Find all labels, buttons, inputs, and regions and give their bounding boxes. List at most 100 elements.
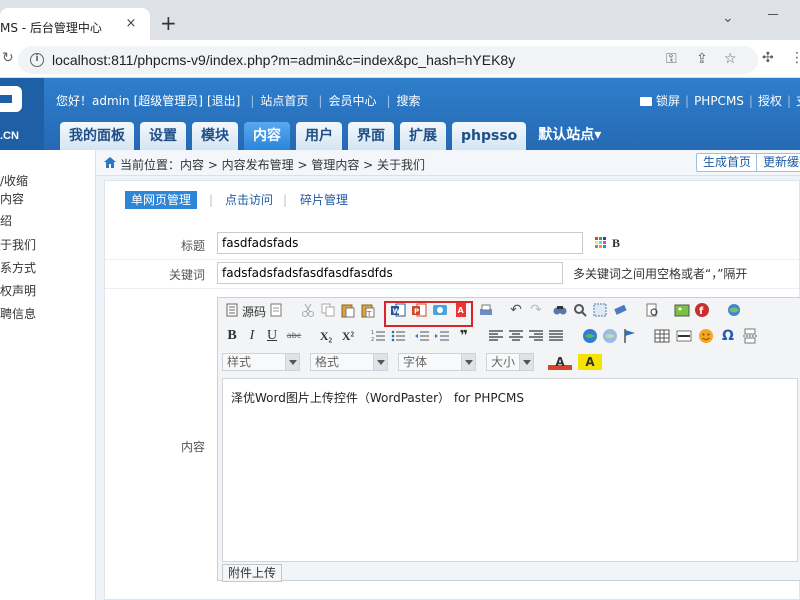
font-select[interactable]: 字体 — [398, 353, 476, 371]
phpcms-link[interactable]: PHPCMS — [694, 94, 744, 108]
outdent-icon[interactable] — [414, 328, 430, 344]
color-picker-icon[interactable] — [595, 237, 607, 249]
bookmark-star-icon[interactable]: ☆ — [724, 51, 737, 67]
sidebar-item-content[interactable]: 内容 — [0, 190, 24, 207]
attachment-upload-button[interactable]: 附件上传 — [222, 564, 283, 582]
special-char-button[interactable]: Ω — [720, 328, 736, 344]
tab-modules[interactable]: 模块 — [192, 122, 238, 150]
extensions-icon[interactable]: ✣ — [762, 50, 774, 66]
tab-close-icon[interactable]: × — [124, 17, 138, 31]
background-color-button[interactable]: A — [578, 354, 602, 370]
share-icon[interactable]: ⇪ — [696, 51, 708, 67]
sidebar-item-collapse[interactable]: /收缩 — [0, 172, 28, 189]
table-icon[interactable] — [654, 328, 670, 344]
tab-settings[interactable]: 设置 — [140, 122, 186, 150]
sidebar-item-about[interactable]: 于我们 — [0, 236, 36, 253]
italic-button[interactable]: I — [244, 328, 260, 344]
lock-screen-link[interactable]: 锁屏 — [656, 94, 680, 108]
paste-text-icon[interactable]: T — [360, 302, 376, 318]
update-cache-button[interactable]: 更新缓存 — [756, 153, 800, 172]
source-icon[interactable] — [224, 302, 240, 318]
style-select[interactable]: 样式 — [222, 353, 300, 371]
format-select[interactable]: 格式 — [310, 353, 388, 371]
browser-tab[interactable]: MS - 后台管理中心 × — [0, 8, 150, 40]
sidebar-item-intro[interactable]: 绍 — [0, 212, 12, 229]
tab-interface[interactable]: 界面 — [348, 122, 394, 150]
superscript-button[interactable]: X² — [340, 328, 356, 344]
site-info-icon[interactable]: i — [30, 53, 44, 67]
align-right-icon[interactable] — [528, 328, 544, 344]
undo-icon[interactable]: ↶ — [508, 302, 524, 318]
editor-body[interactable]: 泽优Word图片上传控件（WordPaster） for PHPCMS — [222, 378, 798, 562]
generate-home-button[interactable]: 生成首页 — [696, 153, 759, 172]
search-link[interactable]: 搜索 — [397, 94, 421, 108]
align-center-icon[interactable] — [508, 328, 524, 344]
site-home-link[interactable]: 站点首页 — [260, 94, 308, 108]
underline-button[interactable]: U — [264, 328, 280, 344]
tab-content[interactable]: 内容 — [244, 122, 290, 150]
tab-users[interactable]: 用户 — [296, 122, 342, 150]
preview-icon[interactable] — [644, 302, 660, 318]
text-color-button[interactable]: A — [548, 354, 572, 370]
logo[interactable]: .CN — [0, 78, 44, 150]
source-button[interactable]: 源码 — [242, 303, 266, 320]
key-icon[interactable]: ⚿ — [666, 51, 677, 67]
ppt-paste-icon[interactable]: P — [411, 302, 427, 318]
minimize-icon[interactable]: ⌄ — [722, 10, 734, 26]
select-all-icon[interactable] — [592, 302, 608, 318]
subnav-visit[interactable]: 点击访问 — [225, 191, 273, 209]
align-justify-icon[interactable] — [548, 328, 564, 344]
new-tab-button[interactable]: + — [160, 13, 177, 33]
sidebar-item-copyright[interactable]: 权声明 — [0, 282, 36, 299]
subnav-fragment[interactable]: 碎片管理 — [300, 191, 348, 209]
template-icon[interactable] — [268, 302, 284, 318]
find-icon[interactable] — [552, 302, 568, 318]
copy-icon[interactable] — [320, 302, 336, 318]
site-select-dropdown[interactable]: 默认站点▾ — [532, 122, 607, 150]
keywords-input[interactable] — [217, 262, 563, 284]
pdf-paste-icon[interactable]: A — [453, 302, 469, 318]
tab-phpsso[interactable]: phpsso — [452, 122, 527, 150]
page-break-icon[interactable] — [742, 328, 758, 344]
print-icon[interactable] — [478, 302, 494, 318]
paste-icon[interactable] — [340, 302, 356, 318]
strikethrough-button[interactable]: abc — [286, 328, 302, 344]
anchor-flag-icon[interactable] — [622, 328, 638, 344]
word-paste-icon[interactable]: W — [390, 302, 406, 318]
tab-extensions[interactable]: 扩展 — [400, 122, 446, 150]
title-input[interactable] — [217, 232, 583, 254]
align-left-icon[interactable] — [488, 328, 504, 344]
reload-icon[interactable]: ↻ — [2, 50, 14, 66]
license-link[interactable]: 授权 — [758, 94, 782, 108]
subnav-single-page[interactable]: 单网页管理 — [125, 191, 198, 209]
image-icon[interactable] — [674, 302, 690, 318]
url-text[interactable]: localhost:811/phpcms-v9/index.php?m=admi… — [52, 52, 515, 68]
member-center-link[interactable]: 会员中心 — [328, 94, 376, 108]
image-paste-icon[interactable] — [432, 302, 448, 318]
cut-icon[interactable] — [300, 302, 316, 318]
replace-icon[interactable] — [572, 302, 588, 318]
support-link[interactable]: 支持 — [796, 94, 800, 108]
horizontal-rule-icon[interactable] — [676, 328, 692, 344]
flash-icon[interactable]: f — [694, 302, 710, 318]
emoticon-icon[interactable] — [698, 328, 714, 344]
sidebar-item-jobs[interactable]: 聘信息 — [0, 305, 36, 322]
bullet-list-icon[interactable] — [390, 328, 406, 344]
unlink-icon[interactable] — [602, 328, 618, 344]
map-icon[interactable] — [726, 302, 742, 318]
remove-format-icon[interactable] — [612, 302, 628, 318]
numbered-list-icon[interactable]: 12 — [370, 328, 386, 344]
indent-icon[interactable] — [434, 328, 450, 344]
tab-my-panel[interactable]: 我的面板 — [60, 122, 134, 150]
browser-menu-icon[interactable]: ⋮ — [790, 50, 800, 66]
redo-icon[interactable]: ↷ — [528, 302, 544, 318]
link-icon[interactable] — [582, 328, 598, 344]
title-bold-button[interactable]: B — [612, 236, 620, 251]
blockquote-icon[interactable]: ❞ — [456, 328, 472, 344]
sidebar-item-contact[interactable]: 系方式 — [0, 259, 36, 276]
bold-button[interactable]: B — [224, 328, 240, 344]
window-minimize-button[interactable] — [768, 14, 778, 15]
subscript-button[interactable]: X₂ — [318, 328, 334, 344]
logout-link[interactable]: [退出] — [207, 94, 240, 108]
size-select[interactable]: 大小 — [486, 353, 534, 371]
